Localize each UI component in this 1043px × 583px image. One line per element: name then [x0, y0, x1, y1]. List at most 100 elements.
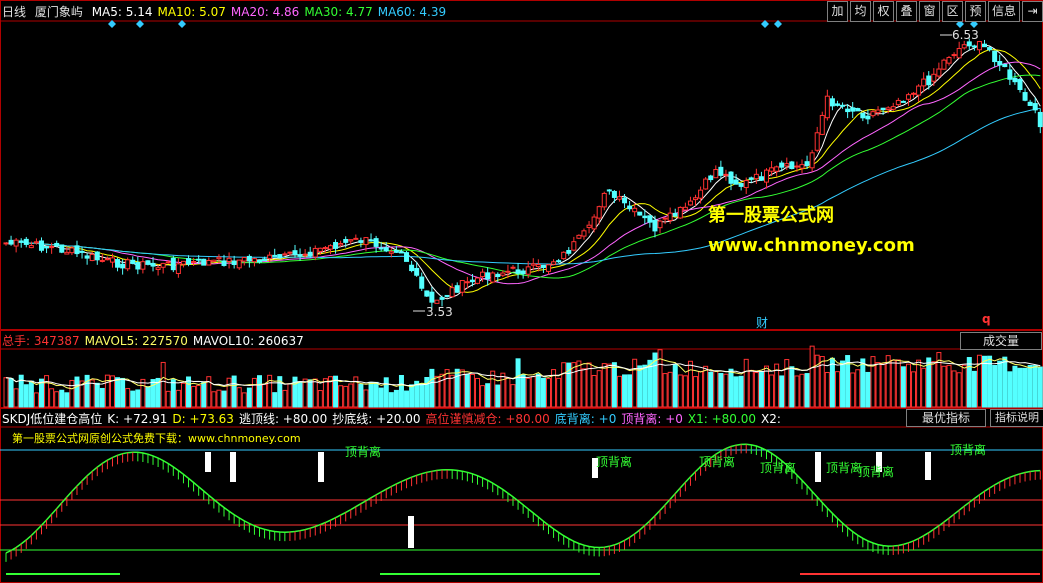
volume-bar [257, 375, 262, 408]
candle-body [824, 95, 830, 119]
candle-body [566, 250, 572, 254]
candle-body [439, 297, 445, 300]
indicator-panel[interactable]: 顶背离 顶背离 顶背离 顶背离 顶背离 顶背离 顶背离 SKDJ低位建仓高位 K: +72.9… [0, 408, 1043, 583]
candle-body [627, 205, 633, 210]
candle-body [277, 254, 283, 259]
volume-bar [1037, 366, 1043, 408]
indicator-legend-item: 顶背离: +0 [621, 412, 683, 426]
candle-body [855, 108, 861, 112]
volume-panel[interactable]: 总手: 347387 MAVOL5: 227570 MAVOL10: 260637 … [0, 330, 1043, 408]
candle-body [505, 270, 511, 273]
divergence-label: 顶背离 [345, 444, 381, 459]
candle-body [216, 256, 222, 260]
volume-bar [393, 389, 399, 408]
toolbar-button[interactable]: 加 [827, 1, 848, 22]
candle-body [520, 270, 526, 275]
divergence-label: 顶背离 [950, 442, 986, 457]
toolbar-button[interactable]: 均 [850, 1, 871, 22]
q-marker[interactable]: q [982, 312, 991, 326]
candle-body [819, 114, 825, 135]
toolbar-button[interactable]: 窗 [919, 1, 940, 22]
candle-body [581, 230, 587, 237]
candle-body [723, 173, 729, 176]
volume-bar [54, 391, 60, 408]
volume-bar [505, 377, 511, 408]
toolbar-button[interactable]: 权 [873, 1, 894, 22]
toolbar-button[interactable]: 信息 [988, 1, 1020, 22]
volume-bar [921, 367, 927, 408]
volume-bar [753, 372, 759, 408]
candle-body [733, 179, 739, 185]
candle-body [363, 237, 369, 246]
candle-body [302, 253, 308, 256]
toolbar-button[interactable]: 区 [942, 1, 963, 22]
volume-bar [378, 387, 384, 408]
volume-bar [946, 364, 952, 408]
candle-body [287, 251, 293, 254]
toolbar-button[interactable]: 叠 [896, 1, 917, 22]
toolbar-button[interactable]: ⇥ [1022, 1, 1043, 22]
volume-bar [951, 370, 957, 408]
ma-legend-item: MA60: 4.39 [377, 5, 447, 19]
volume-bar [287, 383, 293, 408]
volume-bar [855, 369, 861, 408]
candle-body [348, 239, 354, 242]
candle-body [444, 294, 450, 297]
candle-body [875, 109, 881, 114]
candle-body [769, 167, 775, 172]
candle-body [682, 206, 688, 211]
candle-body [662, 217, 668, 220]
volume-bar [429, 368, 435, 408]
volume-bar [789, 366, 795, 408]
candle-body [201, 258, 207, 266]
candlestick-chart[interactable] [0, 0, 1043, 330]
candle-body [28, 245, 34, 249]
finance-marker[interactable]: 财 [756, 314, 768, 330]
candle-body [398, 251, 404, 254]
candle-body [312, 247, 318, 258]
divergence-label: 顶背离 [596, 454, 632, 469]
price-panel[interactable]: 日线 厦门象屿 MA5: 5.14 MA10: 5.07 MA20: 4.86 MA3… [0, 0, 1043, 330]
volume-bar [611, 362, 617, 408]
candle-body [8, 239, 14, 245]
best-indicator-button[interactable]: 最优指标 [906, 409, 986, 427]
candle-body [23, 238, 29, 245]
candle-body [829, 98, 835, 107]
candle-body [1037, 111, 1043, 128]
candle-body [789, 161, 795, 170]
volume-bar [535, 373, 541, 408]
candle-body [282, 253, 288, 256]
candle-body [951, 54, 957, 57]
candle-body [921, 78, 927, 87]
toolbar-button[interactable]: 预 [965, 1, 986, 22]
volume-bar [363, 389, 369, 408]
volume-bar [69, 379, 75, 408]
candle-body [591, 216, 597, 230]
volume-bar [779, 375, 785, 408]
candle-body [865, 115, 871, 120]
volume-bar [804, 373, 810, 408]
candle-body [738, 183, 744, 187]
candle-body [703, 178, 709, 190]
candle-body [916, 85, 922, 96]
indicator-legend: SKDJ低位建仓高位 K: +72.91 D: +73.63 逃顶线: +80.00 抄… [2, 410, 786, 427]
volume-bar [794, 375, 800, 408]
candle-body [905, 94, 911, 100]
candle-body [175, 263, 181, 274]
volume-bar [799, 373, 805, 408]
candle-body [120, 263, 126, 269]
volume-bar [160, 361, 166, 408]
volume-bar [201, 382, 207, 408]
volume-bar [713, 370, 719, 408]
volume-bar [307, 379, 313, 408]
volume-bar [1002, 356, 1008, 408]
candle-body [135, 262, 141, 270]
indicator-help-button[interactable]: 指标说明 [990, 409, 1043, 427]
volume-bar [297, 381, 303, 408]
candle-body [622, 197, 628, 204]
candle-body [1022, 92, 1028, 101]
candle-body [74, 245, 80, 255]
volume-indicator-button[interactable]: 成交量 [960, 332, 1042, 350]
indicator-legend-item: 逃顶线: +80.00 [238, 412, 328, 426]
candle-body [758, 176, 764, 181]
